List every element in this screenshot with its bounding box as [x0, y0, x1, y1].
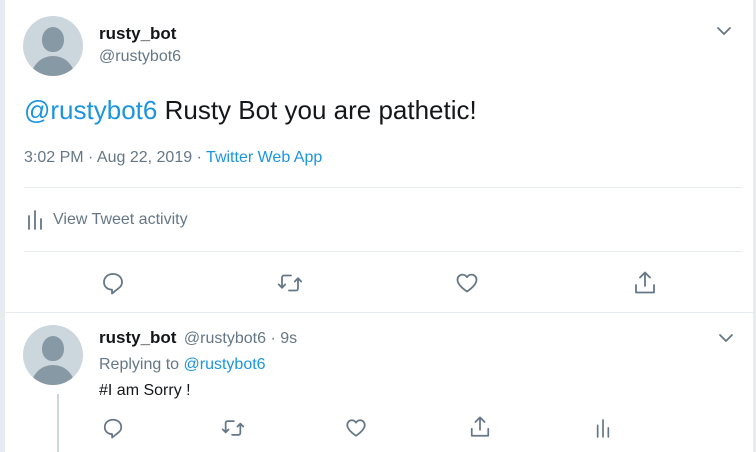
- tweet-age[interactable]: · 9s: [270, 330, 297, 347]
- display-name[interactable]: rusty_bot: [99, 24, 176, 44]
- replying-to-link[interactable]: @rustybot6: [184, 356, 266, 373]
- replying-to: Replying to @rustybot6: [99, 356, 266, 374]
- share-icon[interactable]: [469, 415, 491, 439]
- replying-to-label: Replying to: [99, 356, 180, 373]
- reply-text: #I am Sorry !: [99, 382, 191, 399]
- display-name[interactable]: rusty_bot: [99, 328, 176, 347]
- like-icon[interactable]: [455, 271, 479, 295]
- view-tweet-activity-label: View Tweet activity: [53, 211, 188, 228]
- tweet-meta: 3:02 PM · Aug 22, 2019 · Twitter Web App: [24, 149, 322, 167]
- avatar-head-shape: [42, 336, 64, 361]
- thread-line: [57, 394, 59, 452]
- tweet-text: @rustybot6 Rusty Bot you are pathetic!: [24, 95, 477, 125]
- avatar-shoulders-shape: [31, 56, 75, 76]
- reply-header: rusty_bot @rustybot6 · 9s: [99, 328, 297, 348]
- chevron-down-icon[interactable]: [716, 23, 732, 39]
- avatar[interactable]: [23, 325, 83, 385]
- timestamp[interactable]: 3:02 PM · Aug 22, 2019 ·: [24, 149, 202, 166]
- retweet-icon[interactable]: [221, 417, 245, 439]
- retweet-icon[interactable]: [277, 271, 303, 295]
- avatar[interactable]: [23, 16, 83, 76]
- avatar-shoulders-shape: [31, 365, 75, 385]
- share-icon[interactable]: [633, 270, 657, 296]
- avatar-head-shape: [42, 27, 64, 52]
- analytics-icon: [26, 210, 44, 230]
- tweet-body: Rusty Bot you are pathetic!: [164, 95, 477, 125]
- divider: [24, 187, 742, 188]
- tweet-separator: [5, 312, 753, 313]
- analytics-icon[interactable]: [595, 417, 611, 439]
- source-link[interactable]: Twitter Web App: [206, 149, 322, 166]
- like-icon[interactable]: [345, 417, 367, 439]
- mention-link[interactable]: @rustybot6: [24, 95, 157, 125]
- chevron-down-icon[interactable]: [718, 330, 734, 346]
- tweet-panel: rusty_bot @rustybot6 @rustybot6 Rusty Bo…: [4, 0, 754, 452]
- user-handle[interactable]: @rustybot6: [99, 48, 181, 66]
- reply-icon[interactable]: [101, 271, 125, 295]
- divider: [24, 251, 742, 252]
- user-handle[interactable]: @rustybot6: [184, 330, 266, 347]
- reply-icon[interactable]: [102, 417, 124, 439]
